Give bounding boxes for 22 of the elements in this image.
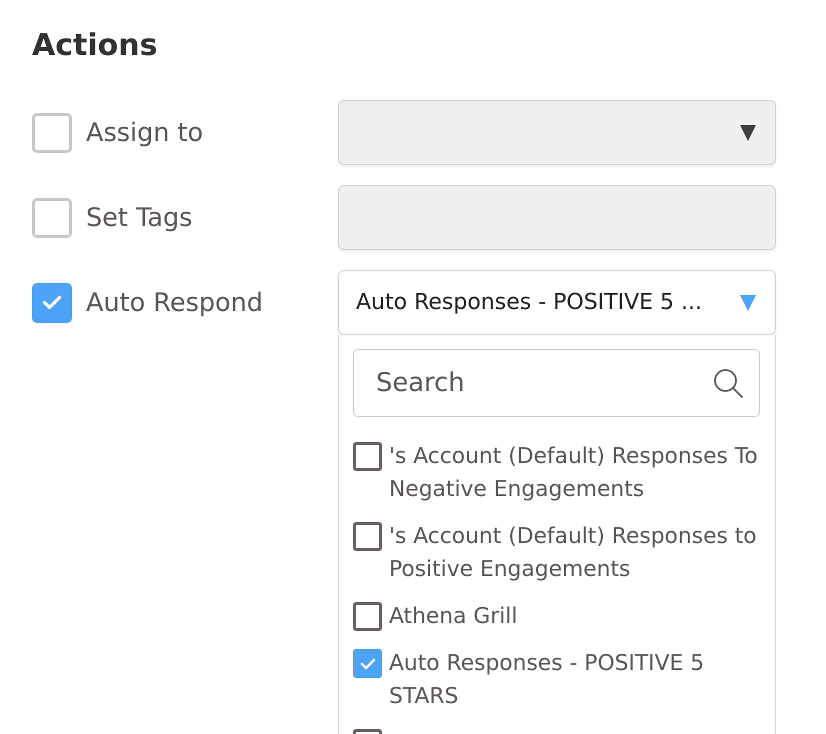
action-label: Set Tags — [86, 202, 192, 232]
action-label: Auto Respond — [86, 288, 263, 318]
option-label[interactable]: 's Account (Default) Responses to Positive Engagements — [389, 520, 760, 586]
option-checkbox[interactable] — [353, 649, 382, 678]
caret-icon — [740, 124, 756, 140]
option-checkbox[interactable] — [353, 602, 382, 631]
search-field[interactable]: Search — [353, 349, 760, 417]
checkbox[interactable] — [32, 282, 72, 322]
option-label[interactable]: 's Account (Default) Responses To Negative Engagements — [389, 440, 760, 506]
dropdown-field[interactable]: Auto Responses - POSITIVE 5 ... — [338, 270, 776, 335]
option-checkbox[interactable] — [353, 442, 382, 471]
checkmark-icon — [360, 658, 376, 670]
checkbox[interactable] — [32, 198, 72, 238]
option-checkbox[interactable] — [353, 522, 382, 551]
search-icon — [713, 368, 743, 398]
caret-icon — [740, 294, 756, 310]
checkmark-icon — [42, 295, 62, 310]
action-label: Assign to — [86, 118, 204, 148]
checkbox[interactable] — [32, 112, 72, 152]
section-title: Actions — [32, 27, 158, 65]
option-label[interactable]: Athena Grill — [389, 600, 760, 633]
option-label[interactable]: Auto Responses - POSITIVE 5 STARS — [389, 647, 760, 713]
